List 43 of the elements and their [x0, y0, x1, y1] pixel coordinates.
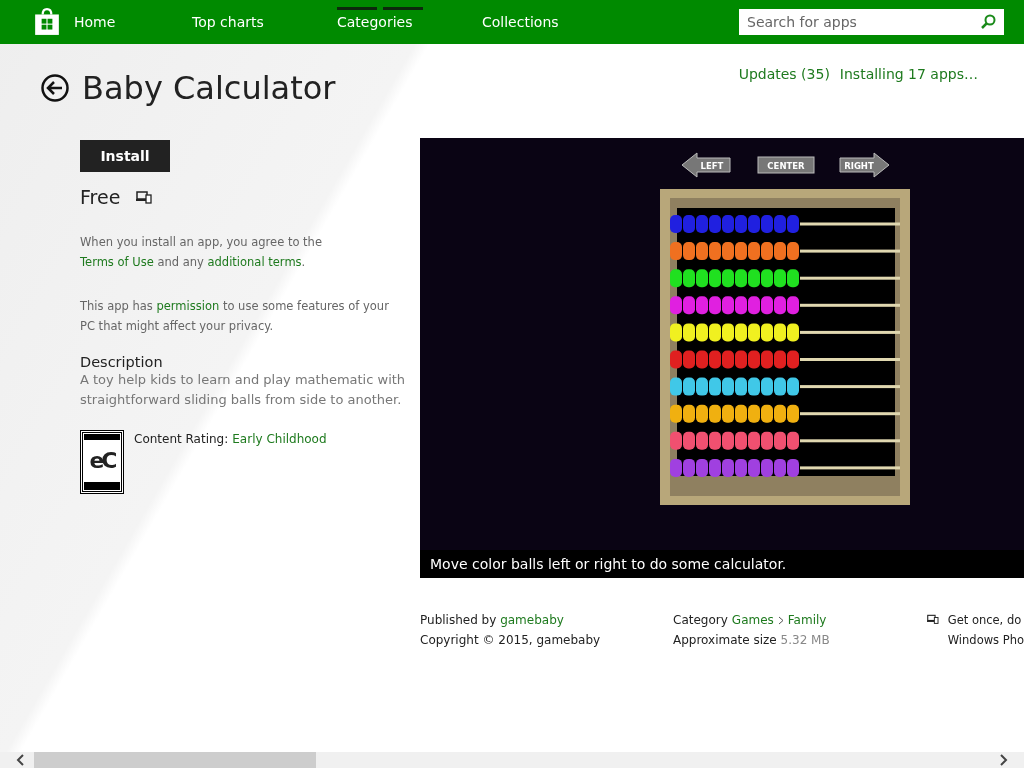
back-icon[interactable]	[40, 73, 70, 103]
permission-link[interactable]: permission	[156, 299, 220, 313]
arrow-button[interactable]: CENTER	[757, 156, 815, 174]
nav-tab[interactable]: Home	[74, 0, 192, 44]
content-rating-label: Content Rating:	[134, 432, 229, 446]
device-text: Get once, do	[947, 612, 1023, 629]
scroll-right-icon[interactable]	[998, 754, 1008, 766]
device-text: Windows Pho	[947, 632, 1024, 649]
store-bag-icon[interactable]	[34, 8, 60, 36]
nav-tab[interactable]: Top charts	[192, 0, 337, 44]
category-label: Category	[673, 612, 728, 629]
terms-text: When you install an app, you agree to the Terms of Use and any additional terms.	[80, 234, 323, 271]
permission-text: This app has permission to use some features of your PC that might affect your privacy.	[80, 298, 390, 335]
scroll-left-icon[interactable]	[16, 754, 26, 766]
status-link[interactable]: Updates (35)	[738, 66, 830, 82]
terms-link[interactable]: additional terms	[207, 255, 302, 269]
description-heading: Description	[80, 354, 164, 370]
price: Free	[80, 186, 121, 208]
rating-badge: eC	[80, 430, 124, 494]
arrow-button[interactable]: RIGHT	[839, 152, 890, 178]
devices-icon	[136, 190, 153, 204]
category-link[interactable]: Games	[731, 610, 774, 630]
category-link[interactable]: Family	[787, 610, 827, 630]
size-label: Approximate size	[673, 633, 777, 647]
nav-tab[interactable]: Categories	[337, 0, 482, 44]
screenshot-caption: Move color balls left or right to do some calculator.	[420, 550, 1024, 578]
content-rating-link[interactable]: Early Childhood	[232, 432, 327, 446]
copyright-text: Copyright © 2015, gamebaby	[420, 632, 602, 649]
search-field[interactable]: Search for apps	[739, 9, 1004, 35]
description-text: A toy help kids to learn and play mathematic with straightforward sliding balls from side to another.	[80, 371, 407, 409]
chevron-icon	[777, 615, 784, 625]
arrow-button[interactable]: LEFT	[681, 152, 731, 178]
scrollbar-thumb[interactable]	[34, 752, 316, 768]
devices-icon	[927, 612, 939, 626]
terms-link[interactable]: Terms of Use	[80, 255, 154, 269]
status-link[interactable]: Installing 17 apps…	[839, 66, 978, 82]
publisher-label: Published by	[420, 613, 497, 627]
install-button[interactable]: Install	[80, 140, 170, 172]
search-icon[interactable]	[980, 14, 996, 30]
app-title: Baby Calculator	[82, 69, 336, 107]
size-value: 5.32 MB	[780, 633, 830, 647]
publisher-link[interactable]: gamebaby	[500, 613, 564, 627]
nav-tab[interactable]: Collections	[482, 0, 627, 44]
